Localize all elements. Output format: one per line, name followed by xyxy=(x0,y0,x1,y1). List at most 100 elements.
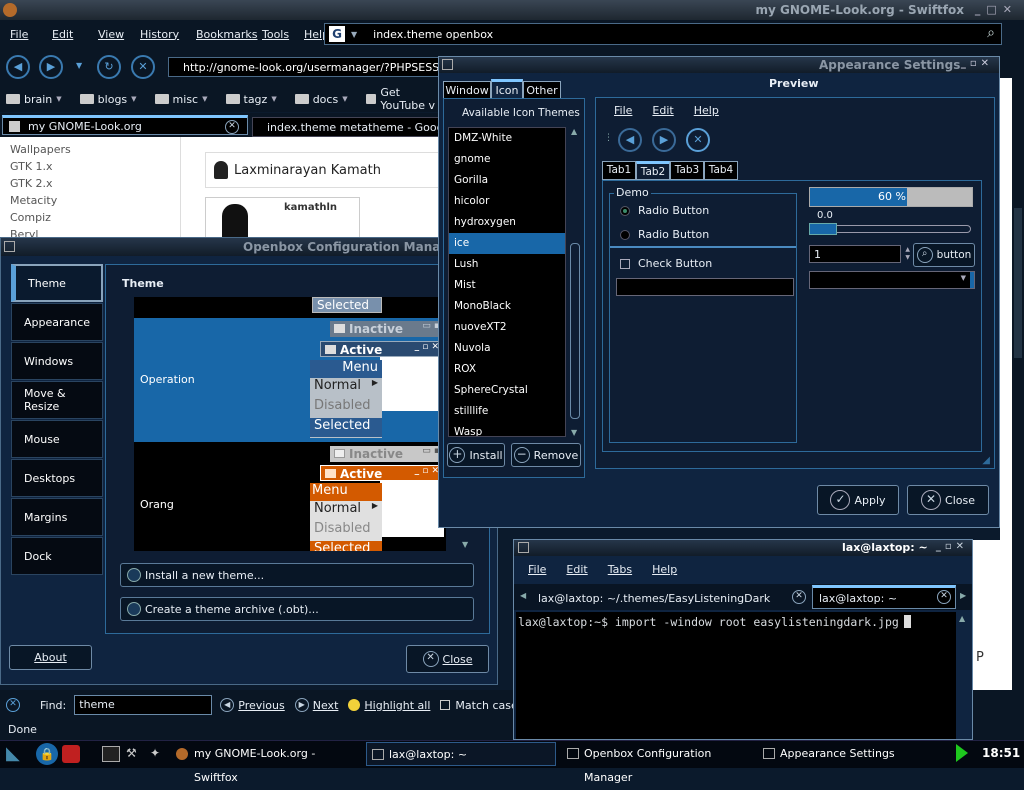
icon-theme-item[interactable]: ice xyxy=(449,233,565,254)
icon-list-scrollbar[interactable]: ▲ ▼ xyxy=(568,127,582,437)
scroll-down-icon[interactable]: ▼ xyxy=(462,540,468,549)
tab-scroll-left-icon[interactable]: ◀ xyxy=(520,591,526,600)
terminal-menu-file[interactable]: File xyxy=(528,563,546,576)
preview-menu-edit[interactable]: Edit xyxy=(652,104,673,117)
preview-tab-4[interactable]: Tab4 xyxy=(704,161,738,180)
menu-view[interactable]: View xyxy=(98,28,140,41)
icon-theme-item[interactable]: hicolor xyxy=(449,191,565,212)
icon-theme-item[interactable]: Mist xyxy=(449,275,565,296)
icon-theme-item[interactable]: MonoBlack xyxy=(449,296,565,317)
preview-combo[interactable]: ▼ xyxy=(809,271,975,289)
terminal-output[interactable]: lax@laxtop:~$ import -window root easyli… xyxy=(516,612,956,739)
preview-stop-icon[interactable]: ✕ xyxy=(686,128,710,152)
url-bar[interactable]: http://gnome-look.org/usermanager/?PHPSE… xyxy=(168,57,448,77)
bookmark-blogs[interactable]: blogs ▼ xyxy=(79,93,137,106)
radio-button-1[interactable]: Radio Button xyxy=(620,204,709,217)
menu-history[interactable]: History xyxy=(140,28,196,41)
menu-edit[interactable]: Edit xyxy=(52,28,98,41)
forward-icon[interactable]: ▶ xyxy=(39,55,63,79)
app-launcher-icon[interactable]: ✦ xyxy=(150,746,168,762)
icon-theme-item[interactable]: ROX xyxy=(449,359,565,380)
about-button[interactable]: About xyxy=(9,645,92,670)
tab-icon[interactable]: Icon xyxy=(491,79,523,99)
apply-button[interactable]: ✓ Apply xyxy=(817,485,899,515)
demo-text-entry[interactable] xyxy=(616,278,794,296)
page-scrollbar[interactable] xyxy=(1012,78,1024,690)
scroll-up-icon[interactable]: ▲ xyxy=(959,614,965,623)
task-terminal[interactable]: lax@laxtop: ~ xyxy=(366,742,556,766)
search-input[interactable]: index.theme openbox xyxy=(373,28,493,41)
tools-launcher-icon[interactable]: ⚒ xyxy=(126,746,144,762)
history-dropdown-icon[interactable]: ▼ xyxy=(76,61,82,70)
spin-button[interactable]: 1 ▲ ▼ xyxy=(809,245,910,263)
match-case-checkbox[interactable] xyxy=(440,700,451,710)
search-box[interactable]: G ▼ index.theme openbox ⌕ xyxy=(324,23,1002,45)
page-link[interactable]: Wallpapers xyxy=(10,141,71,158)
tab-index-theme[interactable]: index.theme metatheme - Google xyxy=(252,117,442,137)
close-find-icon[interactable]: ✕ xyxy=(6,698,20,712)
terminal-tab-themes[interactable]: lax@laxtop: ~/.themes/EasyListeningDark … xyxy=(532,588,810,608)
close-tab-icon[interactable]: ✕ xyxy=(792,590,806,604)
terminal-window-controls[interactable]: _▫✕ xyxy=(936,541,968,552)
spin-arrows-icon[interactable]: ▲ ▼ xyxy=(905,246,910,262)
resize-grip-icon[interactable]: ◢ xyxy=(982,455,990,466)
preview-menu-help[interactable]: Help xyxy=(694,104,719,117)
icon-theme-item[interactable]: SphereCrystal xyxy=(449,380,565,401)
preview-back-icon[interactable]: ◀ xyxy=(618,128,642,152)
find-match-case[interactable]: Match case xyxy=(455,699,517,712)
scroll-up-icon[interactable]: ▲ xyxy=(571,127,577,136)
spin-value[interactable]: 1 xyxy=(814,248,821,261)
url-text[interactable]: http://gnome-look.org/usermanager/?PHPSE… xyxy=(183,61,447,74)
page-link[interactable]: GTK 1.x xyxy=(10,158,71,175)
highlight-icon[interactable] xyxy=(348,699,361,711)
appearance-close-button[interactable]: ✕ Close xyxy=(907,485,989,515)
icon-theme-item[interactable]: Lush xyxy=(449,254,565,275)
task-openbox[interactable]: Openbox Configuration Manager xyxy=(562,742,752,784)
back-icon[interactable]: ◀ xyxy=(6,55,30,79)
bookmark-brain[interactable]: brain ▼ xyxy=(6,93,62,106)
sidebar-item-margins[interactable]: Margins xyxy=(11,498,103,536)
menu-file[interactable]: File xyxy=(10,28,52,41)
reload-icon[interactable]: ↻ xyxy=(97,55,121,79)
install-icon-theme-button[interactable]: + Install xyxy=(447,443,505,467)
logout-icon[interactable] xyxy=(62,745,80,763)
lock-icon[interactable]: 🔒 xyxy=(36,743,58,765)
terminal-scrollbar[interactable]: ▲ xyxy=(956,612,972,739)
previous-icon[interactable]: ◀ xyxy=(220,698,235,712)
icon-theme-item[interactable]: Gorilla xyxy=(449,170,565,191)
task-appearance[interactable]: Appearance Settings xyxy=(758,742,948,766)
bookmark-misc[interactable]: misc ▼ xyxy=(154,93,208,106)
create-archive-button[interactable]: Create a theme archive (.obt)... xyxy=(120,597,474,621)
appearance-window-controls[interactable]: _▫✕ xyxy=(961,58,993,69)
terminal-menu-edit[interactable]: Edit xyxy=(566,563,587,576)
find-highlight-all[interactable]: Highlight all xyxy=(364,699,430,712)
slider-thumb[interactable] xyxy=(809,223,837,235)
scrollbar-thumb[interactable] xyxy=(570,243,580,419)
sidebar-item-desktops[interactable]: Desktops xyxy=(11,459,103,497)
theme-row-operation[interactable]: Operation Inactive ▭ ▪ Active _ ▫ ✕ Menu N… xyxy=(134,318,444,442)
scale-slider[interactable] xyxy=(809,223,971,235)
terminal-launcher-icon[interactable] xyxy=(102,746,120,762)
icon-theme-list[interactable]: DMZ-White gnome Gorilla hicolor hydroxygen ic… xyxy=(448,127,566,437)
icon-theme-item[interactable]: DMZ-White xyxy=(449,128,565,149)
preview-tab-3[interactable]: Tab3 xyxy=(670,161,704,180)
search-icon[interactable]: ⌕ xyxy=(987,25,995,41)
theme-row-orang[interactable]: Orang Inactive ▭ ▪ Active _ ▫ ✕ Menu Norma… xyxy=(134,443,444,551)
sidebar-item-dock[interactable]: Dock xyxy=(11,537,103,575)
terminal-menu-tabs[interactable]: Tabs xyxy=(608,563,632,576)
terminal-tab-home[interactable]: lax@laxtop: ~ ✕ xyxy=(812,585,956,609)
icon-theme-item[interactable]: nuoveXT2 xyxy=(449,317,565,338)
preview-tab-1[interactable]: Tab1 xyxy=(602,161,636,180)
theme-list[interactable]: Selected Operation Inactive ▭ ▪ Active _ ▫… xyxy=(134,297,484,551)
preview-forward-icon[interactable]: ▶ xyxy=(652,128,676,152)
sidebar-item-appearance[interactable]: Appearance xyxy=(11,303,103,341)
preview-tab-2[interactable]: Tab2 xyxy=(636,161,670,180)
find-next[interactable]: Next xyxy=(313,699,339,712)
tab-my-gnome-look[interactable]: my GNOME-Look.org ✕ xyxy=(2,115,248,135)
next-icon[interactable]: ▶ xyxy=(294,698,309,712)
menu-tools[interactable]: Tools xyxy=(262,28,304,41)
close-tab-icon[interactable]: ✕ xyxy=(225,120,239,134)
icon-theme-item[interactable]: hydroxygen xyxy=(449,212,565,233)
terminal-menu-help[interactable]: Help xyxy=(652,563,677,576)
close-tab-icon[interactable]: ✕ xyxy=(937,590,951,604)
